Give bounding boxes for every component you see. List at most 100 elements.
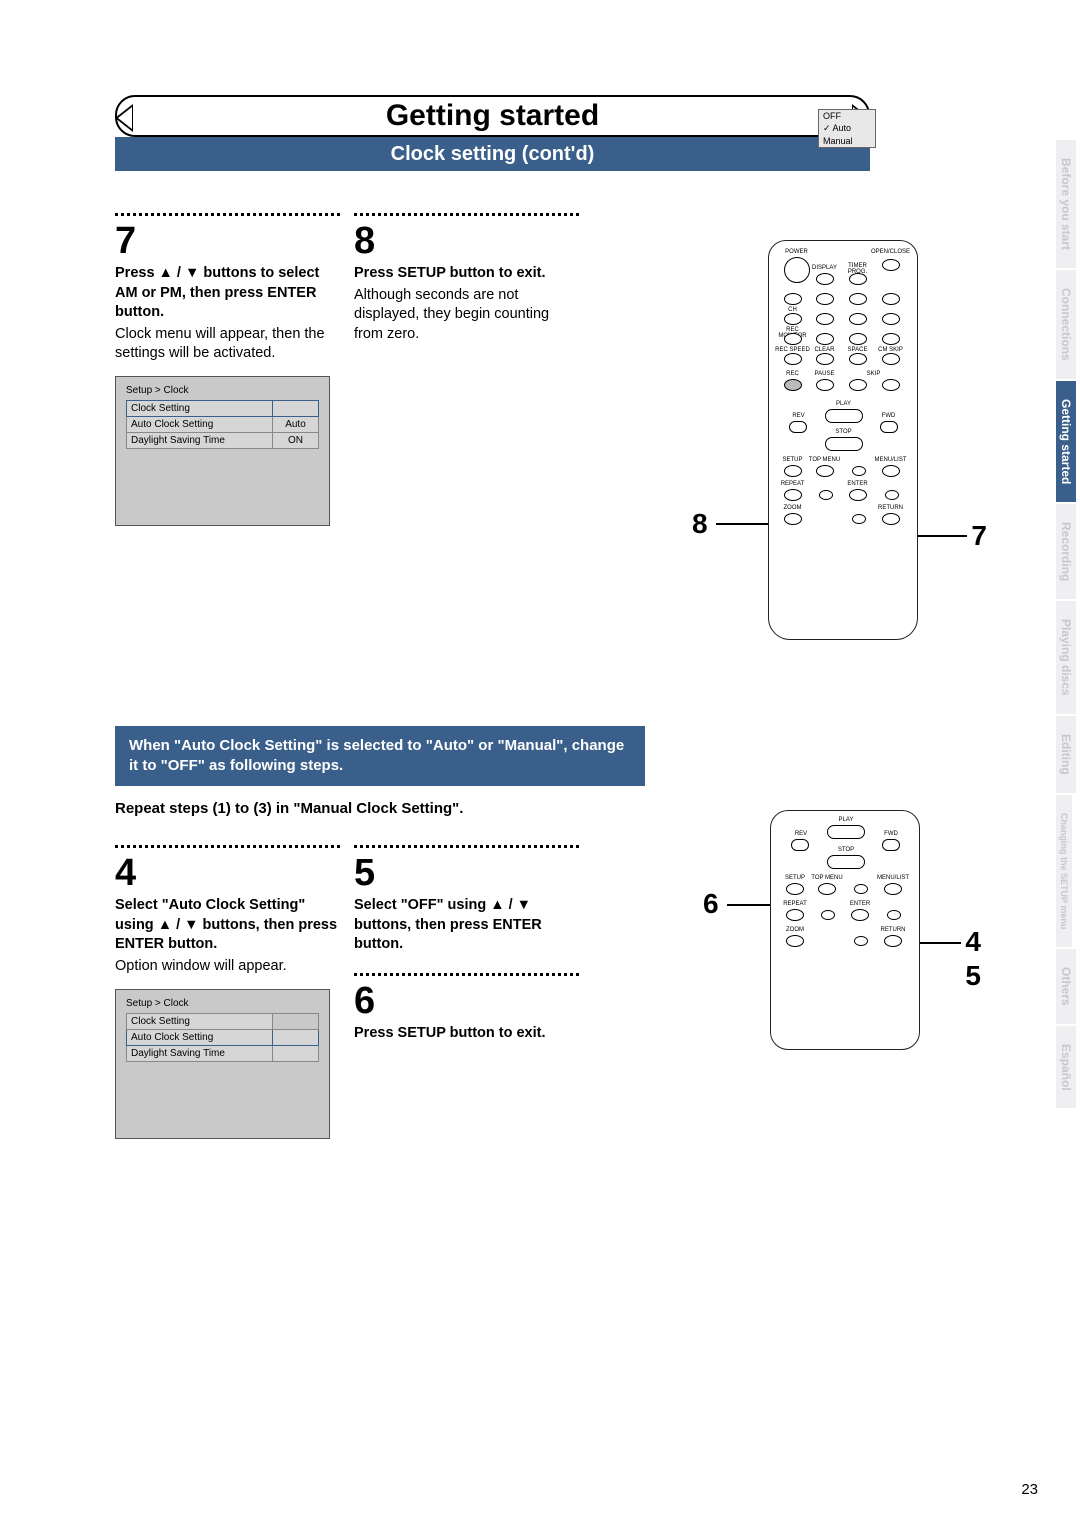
clear-icon bbox=[816, 353, 834, 365]
step-number: 4 bbox=[115, 854, 340, 892]
option-off: OFF bbox=[819, 110, 875, 122]
arrow-down-icon bbox=[852, 514, 866, 524]
digit-4-icon bbox=[816, 313, 834, 325]
step-8: 8 Press SETUP button to exit. Although s… bbox=[354, 213, 579, 526]
arrow-right-icon bbox=[885, 490, 899, 500]
repeat-button-icon bbox=[784, 489, 802, 501]
setup-button-icon bbox=[784, 465, 802, 477]
arrow-right-icon bbox=[887, 910, 901, 920]
play-button-icon bbox=[825, 409, 863, 423]
digit-2-icon bbox=[849, 293, 867, 305]
skip-prev-icon bbox=[849, 379, 867, 391]
remote-outline: POWER OPEN/CLOSE DISPLAY TIMER PROG. CH … bbox=[768, 240, 918, 640]
zoom-button-icon bbox=[784, 513, 802, 525]
tab-playing-discs[interactable]: Playing discs bbox=[1056, 601, 1076, 714]
tab-recording[interactable]: Recording bbox=[1056, 504, 1076, 599]
option-auto: Auto bbox=[819, 122, 875, 135]
divider bbox=[115, 845, 340, 848]
tab-others[interactable]: Others bbox=[1056, 949, 1076, 1024]
tab-changing-setup[interactable]: Changing the SETUP menu bbox=[1056, 795, 1072, 947]
callout-6: 6 bbox=[703, 888, 719, 920]
step-instruction: Select "Auto Clock Setting" using ▲ / ▼ … bbox=[115, 896, 340, 955]
digit-1-icon bbox=[816, 293, 834, 305]
cm-skip-icon bbox=[882, 353, 900, 365]
callout-7: 7 bbox=[971, 520, 987, 552]
step-instruction: Press ▲ / ▼ buttons to select AM or PM, … bbox=[115, 264, 340, 323]
menu-list-icon bbox=[884, 883, 902, 895]
step-instruction: Select "OFF" using ▲ / ▼ buttons, then p… bbox=[354, 896, 579, 955]
menu-list-icon bbox=[882, 465, 900, 477]
step-body: Clock menu will appear, then the setting… bbox=[115, 325, 340, 364]
play-button-icon bbox=[827, 825, 865, 839]
side-tabs: Before you start Connections Getting sta… bbox=[1056, 140, 1080, 1110]
digit-0-icon bbox=[849, 353, 867, 365]
return-button-icon bbox=[882, 513, 900, 525]
enter-button-icon bbox=[851, 909, 869, 921]
stop-button-icon bbox=[827, 855, 865, 869]
step-4: 4 Select "Auto Clock Setting" using ▲ / … bbox=[115, 845, 340, 1138]
table-row: Daylight Saving TimeON bbox=[127, 432, 319, 448]
arrow-down-icon bbox=[854, 936, 868, 946]
divider bbox=[354, 973, 579, 976]
skip-next-icon bbox=[882, 379, 900, 391]
table-row: Daylight Saving Time bbox=[127, 1045, 319, 1061]
arrow-left-icon bbox=[821, 910, 835, 920]
osd-clock-menu: Setup > Clock Clock Setting Auto Clock S… bbox=[115, 376, 330, 526]
digit-8-icon bbox=[849, 333, 867, 345]
section-title: Getting started bbox=[117, 99, 868, 133]
timer-prog-button-icon bbox=[849, 273, 867, 285]
rev-button-icon bbox=[791, 839, 809, 851]
zoom-button-icon bbox=[786, 935, 804, 947]
page-number: 23 bbox=[1021, 1481, 1038, 1498]
arrow-up-icon bbox=[852, 466, 866, 476]
divider bbox=[115, 213, 340, 216]
arrow-left-icon bbox=[819, 490, 833, 500]
tab-before-you-start[interactable]: Before you start bbox=[1056, 140, 1076, 268]
table-row: Auto Clock Setting bbox=[127, 1029, 319, 1045]
step-instruction: Press SETUP button to exit. bbox=[354, 1024, 579, 1044]
table-row: Auto Clock SettingAuto bbox=[127, 416, 319, 432]
rec-speed-icon bbox=[784, 353, 802, 365]
option-manual: Manual bbox=[819, 135, 875, 147]
osd-clock-options: Setup > Clock Clock Setting Auto Clock S… bbox=[115, 989, 330, 1139]
remote-diagram-partial: 6 4 5 PLAY REV FWD STOP SETUP TOP MENU M… bbox=[715, 810, 975, 1110]
tab-connections[interactable]: Connections bbox=[1056, 270, 1076, 379]
option-popup: OFF Auto Manual bbox=[818, 109, 876, 148]
tab-espanol[interactable]: Español bbox=[1056, 1026, 1076, 1109]
section-subtitle: Clock setting (cont'd) bbox=[115, 137, 870, 171]
tab-getting-started[interactable]: Getting started bbox=[1056, 381, 1076, 502]
step-number: 7 bbox=[115, 222, 340, 260]
top-menu-icon bbox=[816, 465, 834, 477]
fwd-button-icon bbox=[880, 421, 898, 433]
step-number: 5 bbox=[354, 854, 579, 892]
display-button-icon bbox=[816, 273, 834, 285]
digit-9-icon bbox=[882, 333, 900, 345]
ch-up-icon bbox=[784, 293, 802, 305]
callout-5: 5 bbox=[965, 960, 981, 992]
step-body: Although seconds are not displayed, they… bbox=[354, 286, 579, 345]
note-box: When "Auto Clock Setting" is selected to… bbox=[115, 726, 645, 787]
return-button-icon bbox=[884, 935, 902, 947]
power-button-icon bbox=[784, 257, 810, 283]
divider bbox=[354, 845, 579, 848]
setup-button-icon bbox=[786, 883, 804, 895]
digit-7-icon bbox=[816, 333, 834, 345]
pause-button-icon bbox=[816, 379, 834, 391]
arrow-up-icon bbox=[854, 884, 868, 894]
osd-breadcrumb: Setup > Clock bbox=[126, 998, 319, 1009]
rec-monitor-icon bbox=[784, 333, 802, 345]
repeat-button-icon bbox=[786, 909, 804, 921]
top-menu-icon bbox=[818, 883, 836, 895]
osd-breadcrumb: Setup > Clock bbox=[126, 385, 319, 396]
remote-outline: PLAY REV FWD STOP SETUP TOP MENU MENU/LI… bbox=[770, 810, 920, 1050]
digit-3-icon bbox=[882, 293, 900, 305]
rec-button-icon bbox=[784, 379, 802, 391]
divider bbox=[354, 213, 579, 216]
step-instruction: Press SETUP button to exit. bbox=[354, 264, 579, 284]
fwd-button-icon bbox=[882, 839, 900, 851]
step-number: 8 bbox=[354, 222, 579, 260]
enter-button-icon bbox=[849, 489, 867, 501]
tab-editing[interactable]: Editing bbox=[1056, 716, 1076, 793]
callout-4: 4 bbox=[965, 926, 981, 958]
ch-down-icon bbox=[784, 313, 802, 325]
